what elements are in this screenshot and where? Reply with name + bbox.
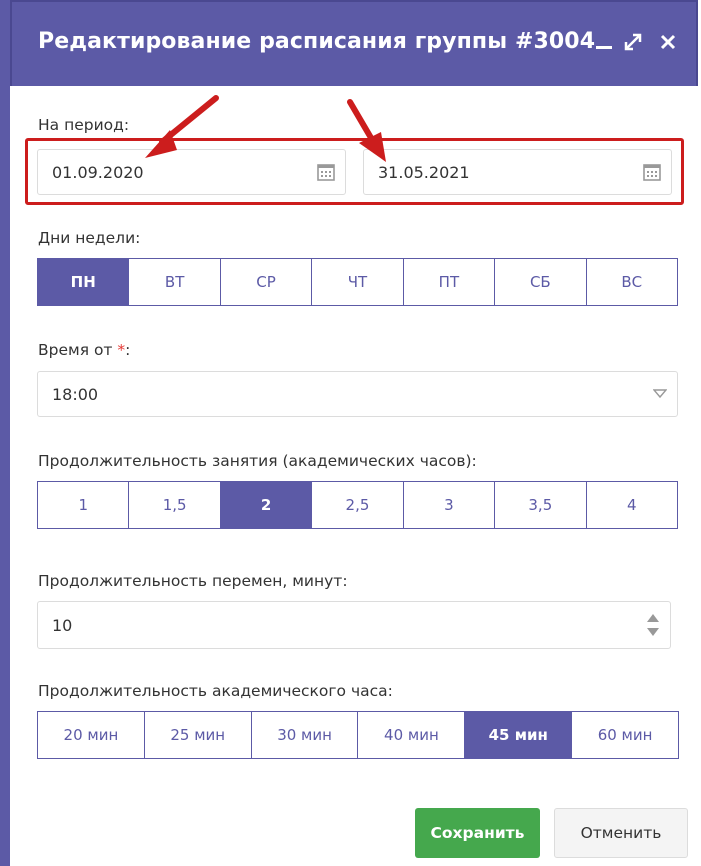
weekday-sat[interactable]: СБ (495, 259, 587, 305)
calendar-icon[interactable] (643, 163, 661, 181)
weekday-thu[interactable]: ЧТ (312, 259, 404, 305)
period-to-field[interactable]: 31.05.2021 (363, 149, 672, 195)
time-from-label-text: Время от (38, 341, 118, 359)
weekday-wed[interactable]: СР (220, 259, 313, 305)
time-from-select[interactable]: 18:00 (37, 371, 678, 417)
period-label: На период: (38, 116, 130, 134)
duration-label: Продолжительность занятия (академических… (38, 452, 477, 470)
breaks-input[interactable]: 10 (37, 601, 671, 649)
time-from-value: 18:00 (52, 384, 99, 404)
time-from-label: Время от *: (38, 341, 130, 359)
duration-option[interactable]: 3,5 (495, 482, 587, 528)
required-mark: * (117, 341, 126, 359)
duration-option[interactable]: 3 (403, 482, 496, 528)
dialog-titlebar[interactable]: Редактирование расписания группы #3004 (10, 0, 698, 86)
academic-hour-label: Продолжительность академического часа: (38, 682, 393, 700)
time-from-label-suffix: : (125, 341, 131, 359)
weekdays-selector: ПН ВТ СР ЧТ ПТ СБ ВС (37, 258, 678, 306)
dropdown-icon[interactable] (653, 389, 667, 399)
dialog-title: Редактирование расписания группы #3004 (38, 29, 596, 54)
calendar-icon[interactable] (317, 163, 335, 181)
maximize-icon[interactable] (621, 28, 645, 56)
weekday-tue[interactable]: ВТ (129, 259, 221, 305)
breaks-label: Продолжительность перемен, минут: (38, 572, 348, 590)
academic-hour-option[interactable]: 40 мин (358, 712, 466, 758)
duration-option[interactable]: 1,5 (129, 482, 221, 528)
minimize-icon[interactable] (592, 28, 616, 56)
academic-hour-option[interactable]: 30 мин (251, 712, 359, 758)
academic-hour-option[interactable]: 20 мин (38, 712, 145, 758)
cancel-button[interactable]: Отменить (554, 808, 688, 858)
period-to-value: 31.05.2021 (378, 162, 470, 182)
period-from-field[interactable]: 01.09.2020 (37, 149, 346, 195)
close-icon[interactable] (656, 28, 680, 56)
breaks-value: 10 (52, 615, 73, 635)
duration-option[interactable]: 1 (38, 482, 130, 528)
period-from-value: 01.09.2020 (52, 162, 144, 182)
academic-hour-selector: 20 мин 25 мин 30 мин 40 мин 45 мин 60 ми… (37, 711, 679, 759)
duration-selector: 1 1,5 2 2,5 3 3,5 4 (37, 481, 678, 529)
academic-hour-option[interactable]: 45 мин (465, 712, 573, 758)
dialog-left-border (0, 0, 10, 866)
stepper-icon[interactable] (646, 612, 660, 638)
weekdays-label: Дни недели: (38, 229, 141, 247)
duration-option[interactable]: 2,5 (312, 482, 404, 528)
academic-hour-option[interactable]: 25 мин (144, 712, 252, 758)
academic-hour-option[interactable]: 60 мин (572, 712, 678, 758)
duration-option[interactable]: 4 (586, 482, 677, 528)
weekday-sun[interactable]: ВС (586, 259, 677, 305)
weekday-fri[interactable]: ПТ (403, 259, 496, 305)
weekday-mon[interactable]: ПН (38, 259, 130, 305)
duration-option[interactable]: 2 (220, 482, 313, 528)
schedule-dialog: Редактирование расписания группы #3004 Н… (0, 0, 701, 866)
save-button[interactable]: Сохранить (415, 808, 540, 858)
